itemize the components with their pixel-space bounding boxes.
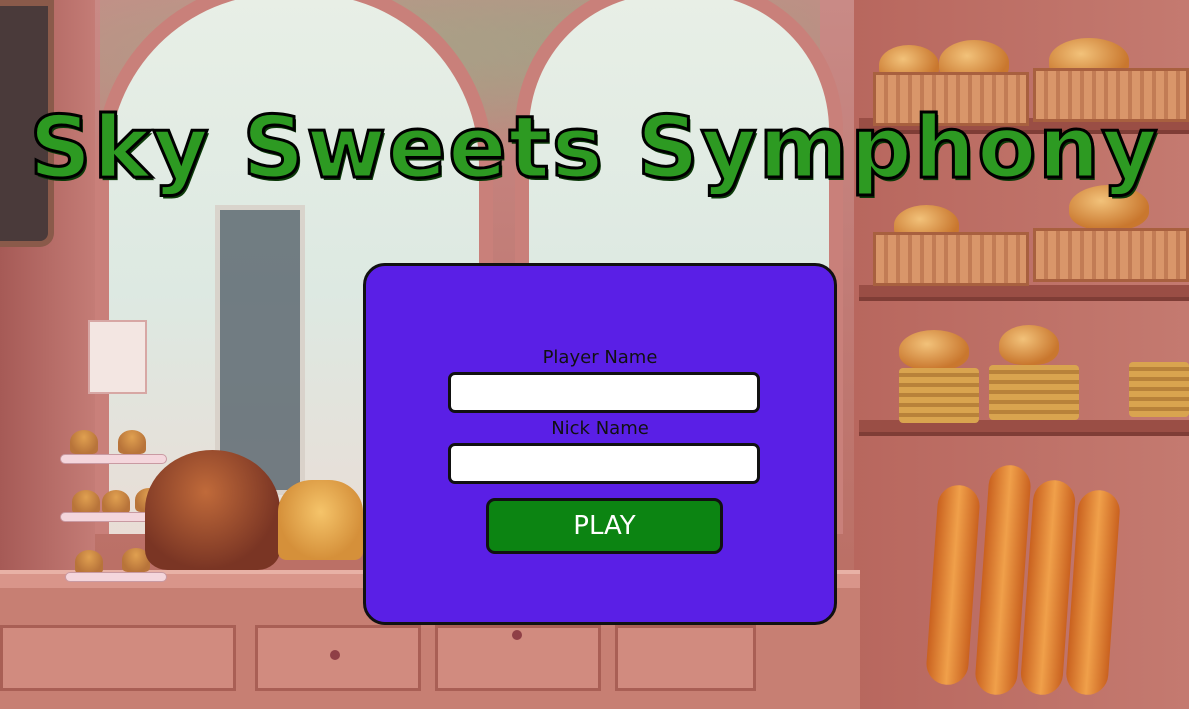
nick-name-input[interactable] [448,443,760,484]
bread-crate [1033,228,1189,282]
play-button[interactable]: PLAY [486,498,723,554]
bread-crate [873,232,1029,286]
stand-tier [65,572,167,582]
player-name-label: Player Name [542,347,658,368]
login-panel: Player Name Nick Name PLAY [363,263,837,625]
shelf [859,285,1189,297]
muffin [102,490,130,514]
wall-poster [88,320,147,394]
pastry-pile [278,480,363,560]
bread-basket [989,365,1079,420]
bread-basket [899,368,979,423]
game-title: Sky Sweets Symphony [28,97,1160,200]
player-name-input[interactable] [448,372,760,413]
bread-loaf [999,325,1059,365]
muffin [70,430,98,454]
counter-drawer [615,625,756,691]
nick-name-label: Nick Name [551,418,649,439]
muffin [118,430,146,454]
drawer-knob [330,650,340,660]
bread-loaf [899,330,969,370]
muffin [75,550,103,574]
round-bread-loaf [145,450,280,570]
stand-tier [60,454,167,464]
muffin [72,490,100,514]
drawer-knob [512,630,522,640]
bread-basket [1129,362,1189,417]
counter-drawer [0,625,236,691]
